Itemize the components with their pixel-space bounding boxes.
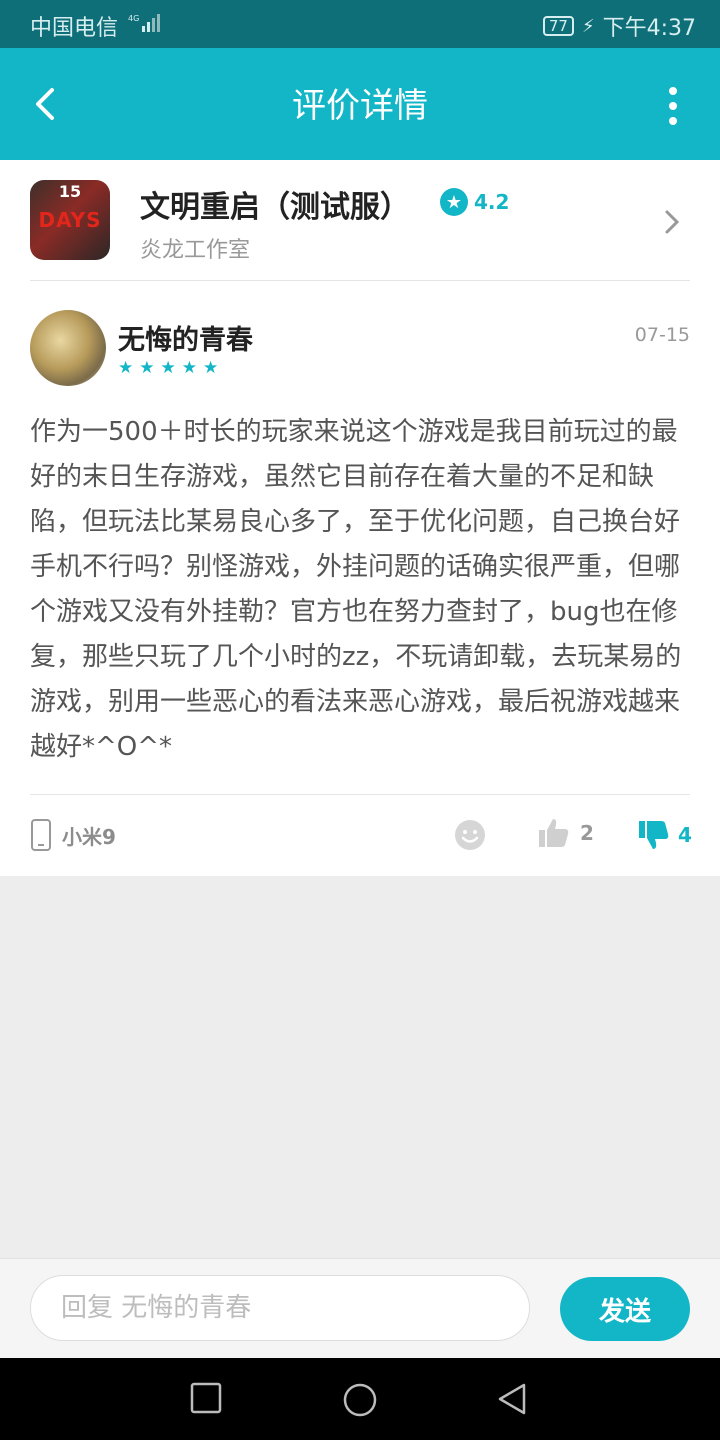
status-bar: 中国电信 4G 77 ⚡ 下午4:37 xyxy=(0,0,720,48)
game-info-row[interactable]: 15 DAYS 文明重启（测试服） ★ 4.2 炎龙工作室 xyxy=(30,180,690,281)
app-toolbar: 评价详情 xyxy=(0,48,720,160)
home-icon[interactable] xyxy=(342,1382,378,1418)
device-name: 小米9 xyxy=(62,824,116,849)
page-title: 评价详情 xyxy=(292,86,428,126)
reply-input[interactable] xyxy=(30,1275,530,1341)
thumbs-up-icon xyxy=(539,819,569,847)
signal-icon: 4G xyxy=(128,14,160,32)
more-options-icon[interactable] xyxy=(666,86,680,126)
avatar[interactable] xyxy=(30,310,106,386)
back-nav-icon[interactable] xyxy=(496,1382,528,1416)
review-stars: ★★★★★ xyxy=(118,358,225,378)
review-text: 作为一500＋时长的玩家来说这个游戏是我目前玩过的最好的末日生存游戏，虽然它目前… xyxy=(30,417,682,762)
game-icon-number: 15 xyxy=(58,182,82,201)
game-name: 文明重启（测试服） xyxy=(140,190,410,225)
review-actions: 小米9 2 4 xyxy=(30,794,692,875)
thumbs-down-icon xyxy=(639,821,669,849)
carrier-label: 中国电信 xyxy=(30,16,119,41)
recent-apps-icon[interactable] xyxy=(190,1382,222,1414)
dislike-count: 4 xyxy=(678,823,692,847)
phone-icon xyxy=(31,819,51,851)
dislike-button[interactable]: 4 xyxy=(638,819,692,851)
reply-bar: 发送 xyxy=(0,1258,720,1359)
emoji-icon[interactable] xyxy=(454,819,486,851)
like-button[interactable]: 2 xyxy=(538,817,594,849)
review-username[interactable]: 无悔的青春 xyxy=(118,318,253,357)
game-rating: ★ 4.2 xyxy=(440,188,509,216)
like-count: 2 xyxy=(580,821,594,845)
system-nav-bar xyxy=(0,1358,720,1440)
clock-label: 下午4:37 xyxy=(602,16,696,41)
review-card: 15 DAYS 文明重启（测试服） ★ 4.2 炎龙工作室 无悔的青春 ★★★★… xyxy=(0,160,720,876)
charging-icon: ⚡ xyxy=(581,15,595,37)
star-badge-icon: ★ xyxy=(440,188,468,216)
network-type-label: 4G xyxy=(128,14,139,23)
send-button[interactable]: 发送 xyxy=(560,1277,690,1341)
battery-icon: 77 xyxy=(542,16,574,36)
chevron-right-icon xyxy=(665,210,680,234)
game-icon: 15 DAYS xyxy=(30,180,110,260)
review-date: 07-15 xyxy=(634,324,690,346)
game-rating-value: 4.2 xyxy=(474,190,510,214)
game-developer: 炎龙工作室 xyxy=(140,238,251,263)
game-icon-word: DAYS xyxy=(38,208,102,232)
device-info: 小米9 xyxy=(30,819,116,851)
